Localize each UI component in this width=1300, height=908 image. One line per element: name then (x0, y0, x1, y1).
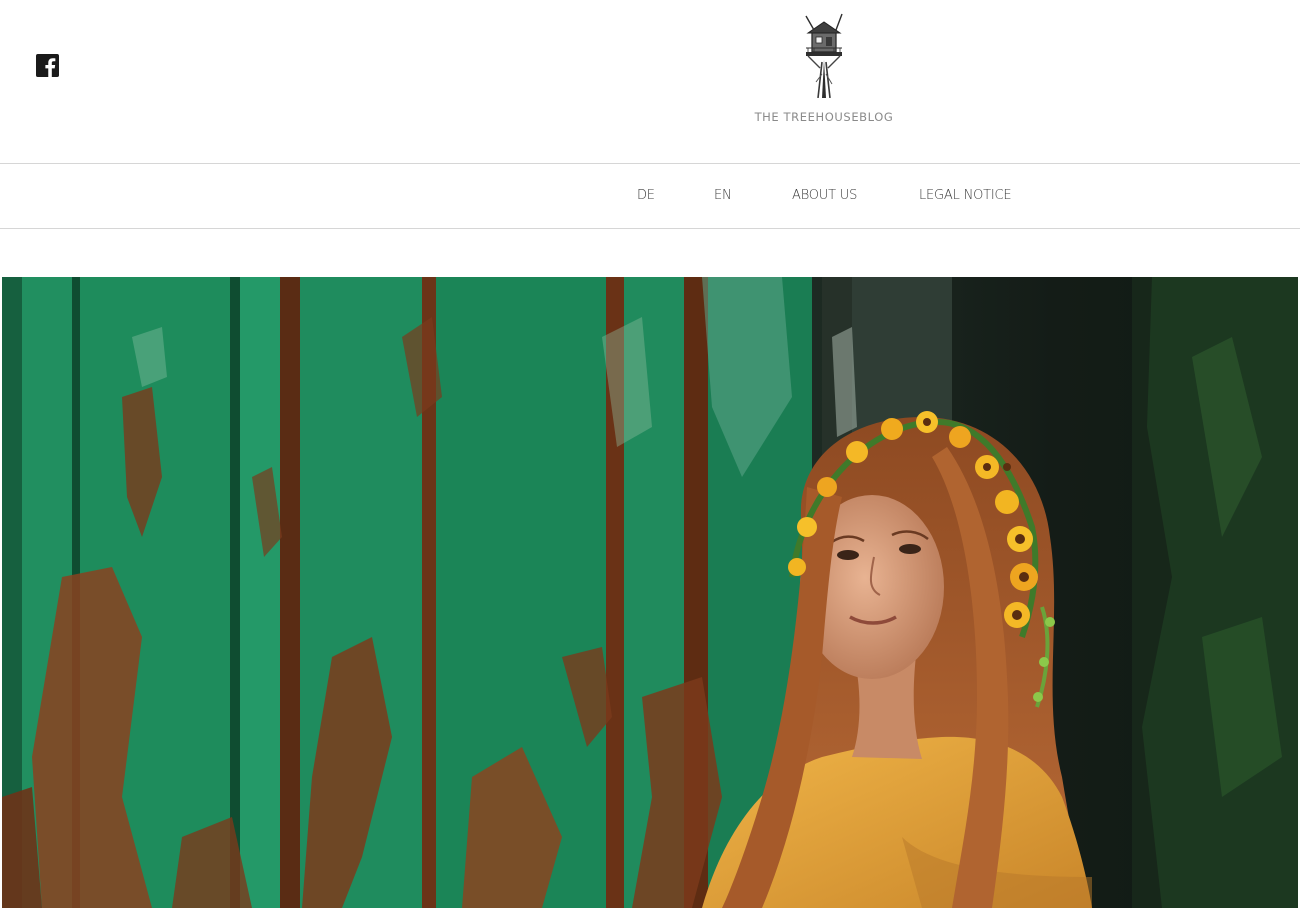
site-header: THE TREEHOUSEBLOG (0, 0, 1300, 163)
site-logo[interactable]: THE TREEHOUSEBLOG (750, 12, 898, 124)
nav-item-legal-notice[interactable]: LEGAL NOTICE (919, 188, 1012, 203)
facebook-icon (36, 54, 59, 77)
treehouse-logo (805, 13, 843, 98)
nav-item-about-us[interactable]: ABOUT US (792, 188, 857, 203)
hero-image (2, 277, 1298, 908)
nav-item-en[interactable]: EN (714, 188, 732, 203)
main-navigation: DE EN ABOUT US LEGAL NOTICE (0, 163, 1300, 229)
site-logo-text: THE TREEHOUSEBLOG (754, 110, 894, 124)
nav-item-de[interactable]: DE (637, 188, 655, 203)
hero-photo (2, 277, 1298, 908)
facebook-link[interactable] (36, 54, 59, 77)
